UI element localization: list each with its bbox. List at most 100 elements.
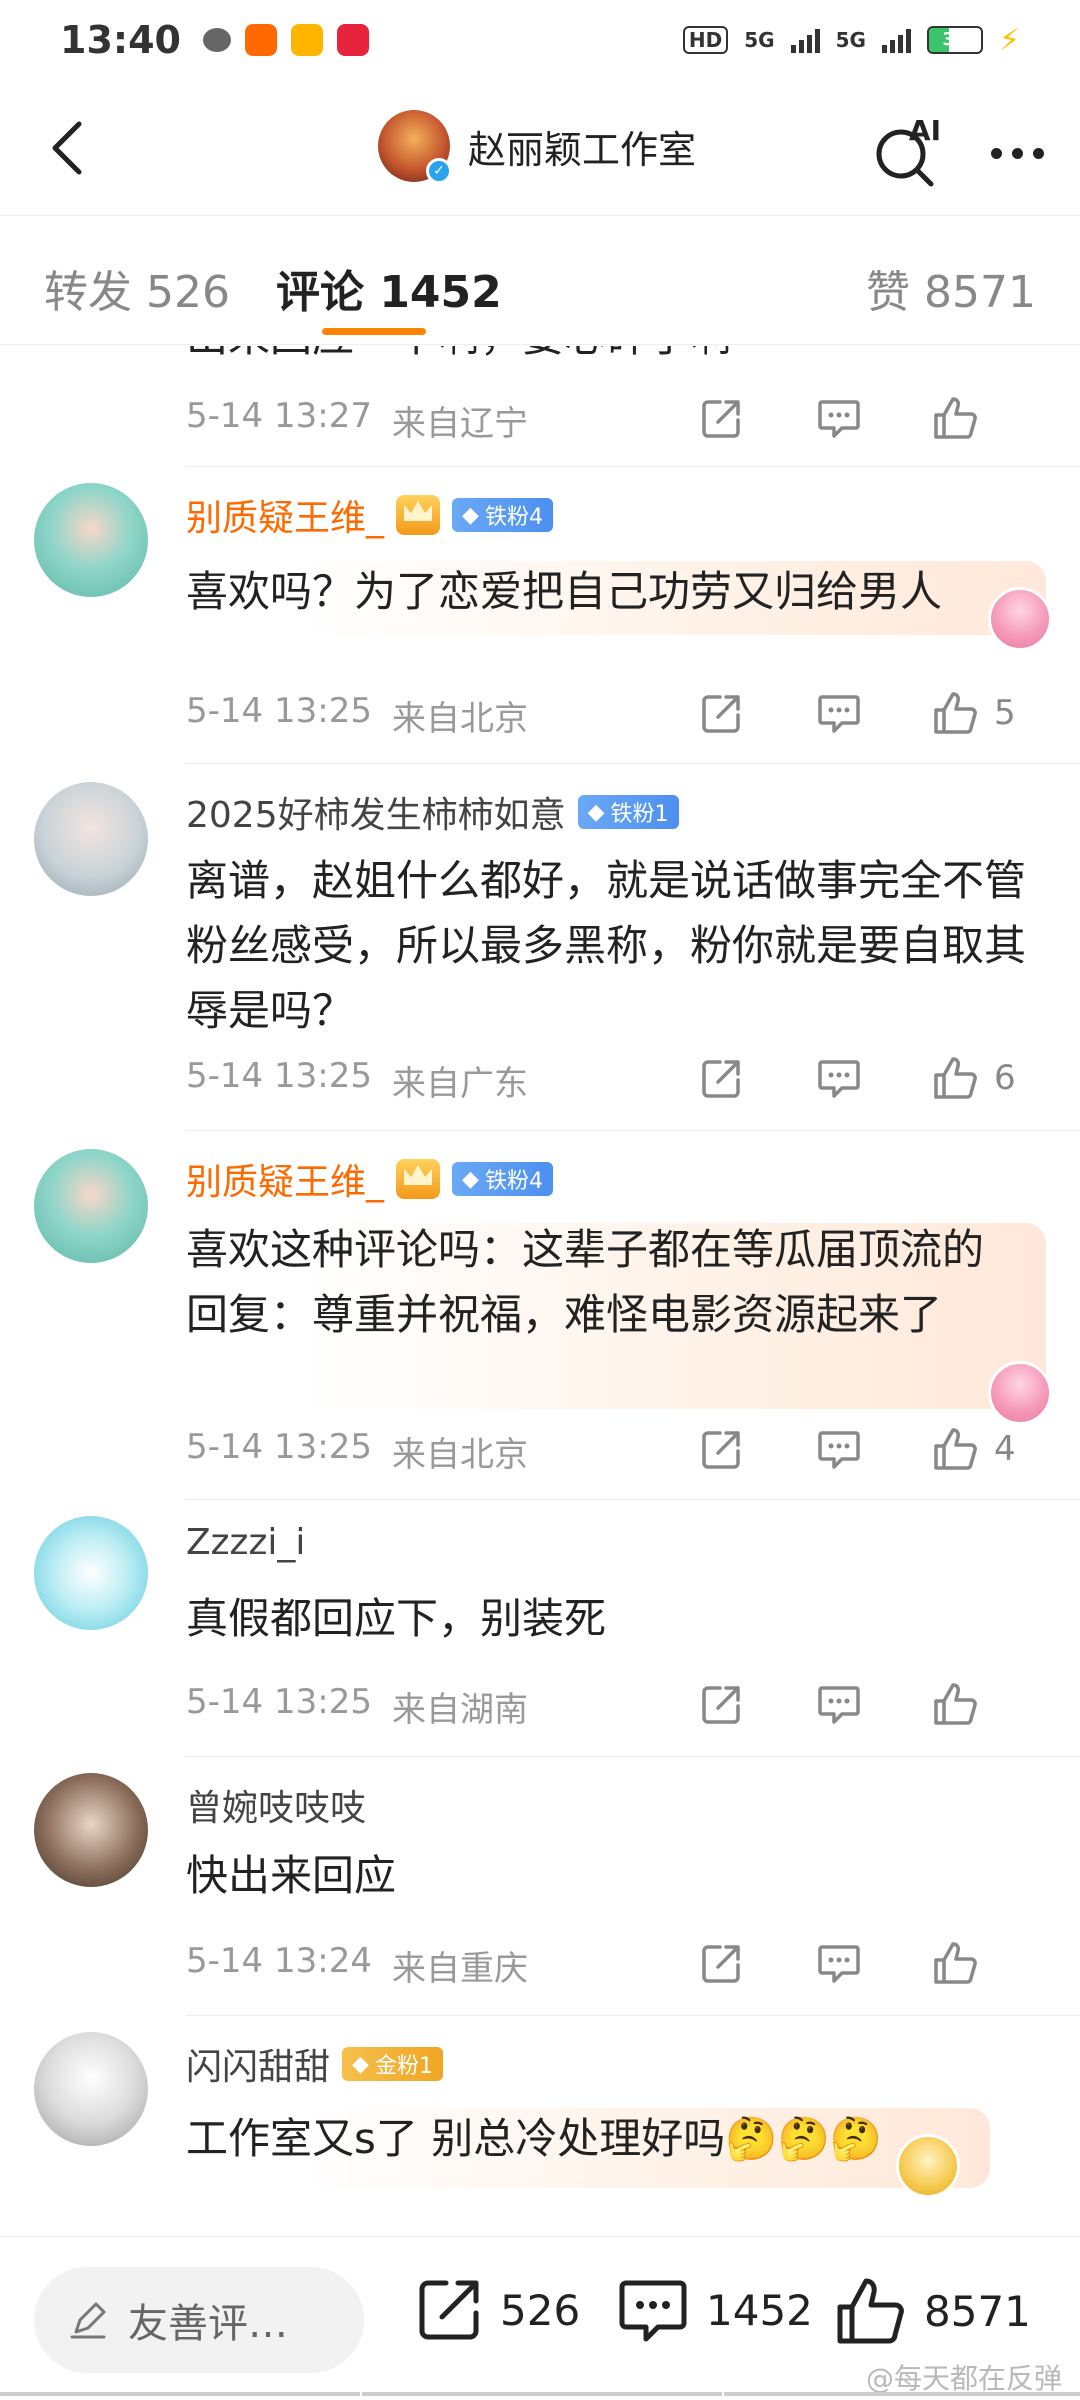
repost-button[interactable] — [700, 1419, 744, 1479]
like-count: 6 — [994, 1058, 1016, 1098]
comment-username[interactable]: 别质疑王维_ ◆ 铁粉4 — [186, 489, 553, 541]
back-button[interactable] — [36, 118, 96, 178]
comment-time: 5-14 13:25 — [186, 1427, 372, 1467]
comment-actions: 5 — [700, 683, 1080, 743]
comment-meta: 5-14 13:24 来自重庆 — [186, 1941, 528, 1990]
status-right: HD 5G 5G 39 ⚡ — [682, 22, 1020, 58]
comment-actions — [700, 1674, 1080, 1734]
reply-button[interactable] — [816, 683, 862, 743]
tab-repost[interactable]: 转发 526 — [44, 256, 230, 320]
active-tab-indicator — [322, 328, 426, 335]
avatar[interactable] — [34, 1149, 148, 1263]
repost-button[interactable] — [700, 1933, 744, 1993]
repost-button[interactable] — [700, 1674, 744, 1734]
reply-button[interactable] — [816, 1048, 862, 1108]
comment-item: 曾婉吱吱吱 快出来回应 5-14 13:24 来自重庆 — [0, 1757, 1080, 2016]
fan-badge-label: 铁粉4 — [484, 1169, 543, 1194]
username-text: 曾婉吱吱吱 — [186, 1788, 367, 1829]
watermark: @每天都在反弹 — [865, 2362, 1062, 2395]
comment-location: 来自重庆 — [391, 1949, 528, 1989]
repost-button[interactable] — [700, 683, 744, 743]
comment-username[interactable]: 2025好柿发生柿柿如意 ◆ 铁粉1 — [186, 786, 679, 838]
comment-item: 2025好柿发生柿柿如意 ◆ 铁粉1 离谱，赵姐什么都好，就是说话做事完全不管粉… — [0, 764, 1080, 1131]
comment-location: 来自辽宁 — [391, 404, 528, 444]
username-text: 闪闪甜甜 — [186, 2047, 331, 2088]
comment-icon — [818, 695, 860, 733]
avatar[interactable] — [34, 2032, 148, 2146]
comment-location: 来自北京 — [391, 699, 528, 739]
notification-icons — [202, 24, 369, 56]
comment-username[interactable]: 曾婉吱吱吱 — [186, 1779, 366, 1831]
comment-input[interactable]: 友善评… — [34, 2267, 364, 2373]
charging-icon: ⚡ — [998, 22, 1020, 58]
repost-action[interactable]: 526 — [414, 2275, 580, 2345]
like-count: 4 — [994, 1429, 1016, 1469]
like-action[interactable]: 8571 — [834, 2275, 1031, 2347]
battery-level: 39 — [942, 29, 968, 50]
comment-action[interactable]: 1452 — [616, 2275, 813, 2345]
comment-meta: 5-14 13:25 来自北京 — [186, 1427, 528, 1476]
username-text: 别质疑王维_ — [186, 1162, 385, 1203]
comment-time: 5-14 13:24 — [186, 1941, 372, 1981]
more-options-icon[interactable] — [991, 147, 1044, 159]
like-button[interactable]: 6 — [932, 1048, 1016, 1108]
reply-button[interactable] — [816, 1933, 862, 1993]
comment-icon — [818, 1945, 860, 1983]
repost-count: 526 — [500, 2285, 581, 2335]
shop-app-icon — [336, 24, 369, 56]
bottom-action-bar: 友善评… 526 1452 8571 @每天都在反弹 — [0, 2236, 1080, 2400]
network-label-2: 5G — [835, 28, 866, 52]
like-button[interactable] — [932, 1674, 994, 1734]
avatar[interactable] — [34, 1516, 148, 1630]
share-icon — [702, 1686, 740, 1724]
comment-actions — [700, 1933, 1080, 1993]
comment-actions — [700, 388, 1080, 448]
comment-username[interactable]: 别质疑王维_ ◆ 铁粉4 — [186, 1153, 553, 1205]
comment-meta: 5-14 13:25 来自北京 — [186, 691, 528, 740]
like-count: 8571 — [924, 2286, 1031, 2336]
comment-meta: 5-14 13:25 来自广东 — [186, 1056, 528, 1105]
video-app-icon — [290, 24, 323, 56]
comment-actions: 6 — [700, 1048, 1080, 1108]
avatar[interactable] — [34, 1773, 148, 1887]
share-icon — [702, 695, 740, 733]
status-bar: 13:40 HD 5G 5G 39 ⚡ — [0, 0, 1080, 80]
reply-button[interactable] — [816, 1674, 862, 1734]
like-count: 5 — [994, 693, 1016, 733]
like-button[interactable]: 4 — [932, 1419, 1016, 1479]
account-name: 赵丽颖工作室 — [468, 127, 697, 172]
comment-text: 离谱，赵姐什么都好，就是说话做事完全不管粉丝感受，所以最多黑称，粉你就是要自取其… — [186, 856, 1027, 1036]
ai-search-button[interactable]: AI — [871, 114, 941, 188]
account-header[interactable]: ✓ 赵丽颖工作室 — [378, 110, 697, 184]
verified-icon: ✓ — [426, 158, 452, 184]
hd-icon: HD — [682, 26, 729, 54]
chevron-left-icon — [52, 121, 82, 174]
like-button[interactable] — [932, 388, 994, 448]
home-indicator — [0, 2392, 1080, 2398]
like-button[interactable]: 5 — [932, 683, 1016, 743]
pencil-icon — [70, 2302, 106, 2339]
comment-actions: 4 — [700, 1419, 1080, 1479]
comment-text: 喜欢这种评论吗：这辈子都在等瓜届顶流的回复：尊重并祝福，难怪电影资源起来了 — [186, 1225, 985, 1340]
comment-list[interactable]: 出来回应一下啊，要心碎了啊 5-14 13:27 来自辽宁 别质疑王维_ ◆ 铁 — [0, 346, 1080, 2236]
network-label-1: 5G — [744, 28, 775, 52]
comment-username[interactable]: Zzzzi_i — [186, 1522, 305, 1563]
tab-likes[interactable]: 赞 8571 — [866, 256, 1036, 320]
repost-button[interactable] — [700, 1048, 744, 1108]
avatar[interactable] — [34, 483, 148, 597]
fan-badge-label: 铁粉4 — [484, 505, 543, 530]
comment-item: 闪闪甜甜 ◆ 金粉1 工作室又s了 别总冷处理好吗🤔🤔🤔 — [0, 2016, 1080, 2236]
like-button[interactable] — [932, 1933, 994, 1993]
reply-button[interactable] — [816, 388, 862, 448]
thumbs-up-icon — [934, 1683, 977, 1725]
tab-comments[interactable]: 评论 1452 — [276, 256, 502, 320]
comment-location: 来自湖南 — [391, 1690, 528, 1730]
reply-button[interactable] — [816, 1419, 862, 1479]
share-icon — [702, 1431, 740, 1469]
comment-username[interactable]: 闪闪甜甜 ◆ 金粉1 — [186, 2038, 443, 2090]
repost-button[interactable] — [700, 388, 744, 448]
comment-icon — [619, 2280, 687, 2342]
avatar[interactable] — [34, 782, 148, 896]
sticker-icon — [988, 1361, 1052, 1425]
comment-count: 1452 — [706, 2285, 813, 2335]
